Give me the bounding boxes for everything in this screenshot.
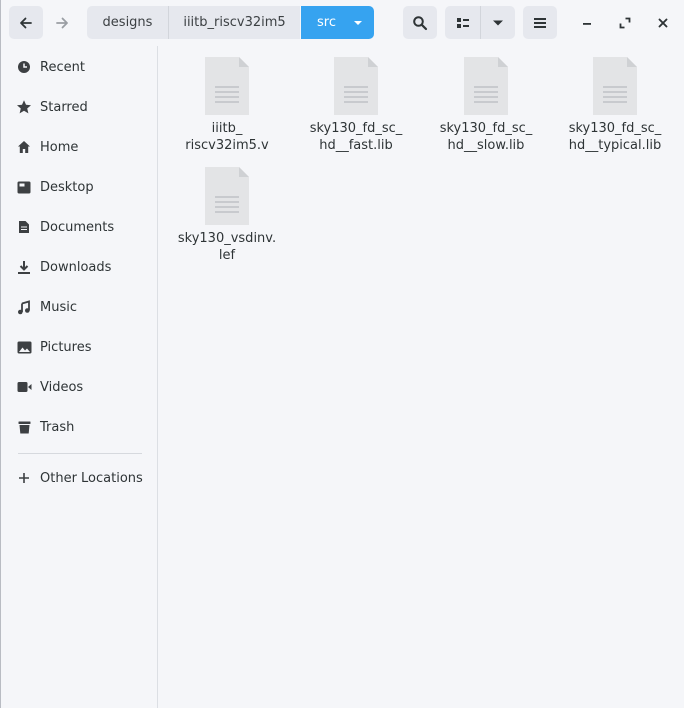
hamburger-menu-icon: [534, 17, 546, 28]
file-name: sky130_fd_sc_ hd__fast.lib: [309, 121, 403, 153]
clock-icon: [16, 59, 32, 75]
file-name: iiitb_ riscv32im5.v: [185, 121, 269, 153]
search-button[interactable]: [403, 6, 437, 39]
music-icon: [16, 299, 32, 315]
sidebar-item-downloads[interactable]: Downloads: [2, 247, 157, 287]
close-button[interactable]: [647, 6, 679, 39]
home-icon: [16, 139, 32, 155]
file-grid: iiitb_ riscv32im5.v sky130_fd_sc_ hd__fast…: [158, 46, 684, 708]
text-file-icon: [205, 57, 249, 115]
sidebar-item-recent[interactable]: Recent: [2, 47, 157, 87]
sidebar-item-label: Videos: [40, 379, 84, 395]
file-item[interactable]: sky130_vsdinv. lef: [167, 156, 287, 266]
maximize-icon: [619, 17, 631, 28]
search-icon: [413, 15, 428, 30]
text-file-icon: [593, 57, 637, 115]
sidebar-item-documents[interactable]: Documents: [2, 207, 157, 247]
download-icon: [16, 259, 32, 275]
arrow-left-icon: [20, 17, 32, 28]
back-button[interactable]: [9, 6, 43, 39]
sidebar-item-label: Home: [40, 139, 79, 155]
view-dropdown-button[interactable]: [481, 6, 515, 39]
maximize-button[interactable]: [609, 6, 641, 39]
file-item[interactable]: sky130_fd_sc_ hd__slow.lib: [426, 46, 546, 156]
minimize-icon: [583, 22, 591, 25]
sidebar-item-label: Trash: [40, 419, 75, 435]
forward-button[interactable]: [45, 6, 79, 39]
sidebar-item-music[interactable]: Music: [2, 287, 157, 327]
sidebar-item-label: Downloads: [40, 259, 112, 275]
list-view-button[interactable]: [445, 6, 480, 39]
sidebar-item-pictures[interactable]: Pictures: [2, 327, 157, 367]
sidebar-item-home[interactable]: Home: [2, 127, 157, 167]
breadcrumb-label: designs: [102, 15, 153, 30]
main-menu-button[interactable]: [523, 6, 557, 39]
sidebar-item-label: Desktop: [40, 179, 94, 195]
sidebar-item-starred[interactable]: Starred: [2, 87, 157, 127]
desktop-icon: [16, 179, 32, 195]
list-view-icon: [456, 17, 469, 28]
file-item[interactable]: sky130_fd_sc_ hd__typical.lib: [555, 46, 675, 156]
video-icon: [16, 379, 32, 395]
sidebar-item-label: Documents: [40, 219, 115, 235]
sidebar-item-label: Starred: [40, 99, 88, 115]
breadcrumb-label: src: [317, 15, 336, 30]
minimize-button[interactable]: [571, 6, 603, 39]
text-file-icon: [464, 57, 508, 115]
sidebar-item-label: Pictures: [40, 339, 92, 355]
breadcrumb-iiitb-riscv32im5[interactable]: iiitb_riscv32im5: [169, 6, 300, 39]
sidebar-item-desktop[interactable]: Desktop: [2, 167, 157, 207]
breadcrumb-label: iiitb_riscv32im5: [183, 15, 286, 30]
breadcrumb-designs[interactable]: designs: [87, 6, 168, 39]
file-name: sky130_fd_sc_ hd__slow.lib: [439, 121, 533, 153]
document-icon: [16, 219, 32, 235]
plus-icon: [16, 470, 32, 486]
file-item[interactable]: sky130_fd_sc_ hd__fast.lib: [296, 46, 416, 156]
star-icon: [16, 99, 32, 115]
chevron-down-icon: [493, 20, 503, 25]
sidebar-item-label: Other Locations: [40, 470, 143, 486]
chevron-down-icon[interactable]: [353, 19, 363, 27]
sidebar-item-label: Music: [40, 299, 77, 315]
file-manager-window: designs iiitb_riscv32im5 src Recent Star…: [0, 0, 684, 708]
picture-icon: [16, 339, 32, 355]
arrow-right-icon: [56, 17, 68, 28]
sidebar: Recent Starred Home Desktop Documents Do…: [2, 46, 158, 708]
sidebar-item-other-locations[interactable]: Other Locations: [2, 458, 157, 498]
breadcrumb-src[interactable]: src: [301, 6, 374, 39]
close-icon: [658, 18, 668, 27]
text-file-icon: [334, 57, 378, 115]
file-item[interactable]: iiitb_ riscv32im5.v: [167, 46, 287, 156]
file-name: sky130_vsdinv. lef: [177, 231, 277, 263]
sidebar-item-videos[interactable]: Videos: [2, 367, 157, 407]
sidebar-divider: [18, 453, 142, 454]
file-name: sky130_fd_sc_ hd__typical.lib: [568, 121, 662, 153]
header-bar: designs iiitb_riscv32im5 src: [1, 0, 684, 46]
text-file-icon: [205, 167, 249, 225]
sidebar-item-label: Recent: [40, 59, 85, 75]
sidebar-item-trash[interactable]: Trash: [2, 407, 157, 447]
trash-icon: [16, 419, 32, 435]
